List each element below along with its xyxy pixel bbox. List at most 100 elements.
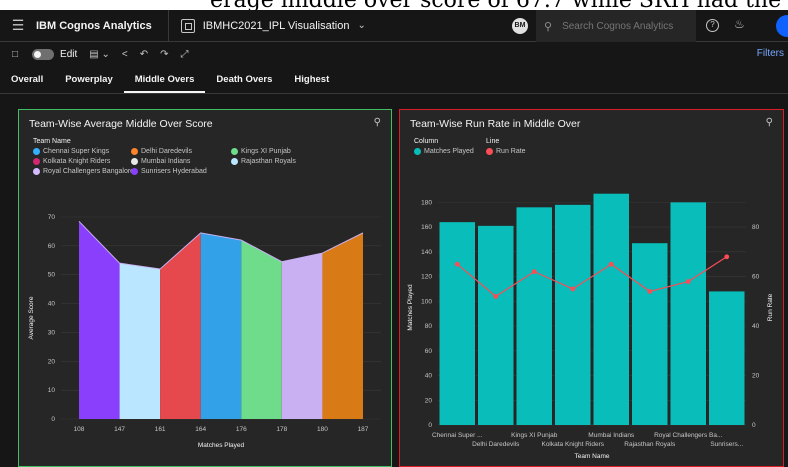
legend-label: Royal Challengers Bangalore bbox=[43, 168, 135, 175]
bar bbox=[709, 291, 745, 425]
fullscreen-icon[interactable]: ⤢ bbox=[181, 49, 189, 60]
legend-swatch bbox=[414, 148, 421, 155]
legend-item[interactable]: Rajasthan Royals bbox=[231, 158, 296, 165]
area-segment bbox=[119, 263, 161, 419]
y-tick-label: 60 bbox=[425, 348, 433, 355]
bar bbox=[670, 202, 706, 425]
pin-icon[interactable]: ⚲ bbox=[766, 117, 773, 128]
undo-icon[interactable]: ↶ bbox=[140, 49, 148, 60]
y2-tick-label: 80 bbox=[752, 224, 760, 231]
legend-label: Mumbai Indians bbox=[141, 158, 191, 165]
panel-title: Team-Wise Run Rate in Middle Over bbox=[410, 118, 581, 130]
legend-item[interactable]: Kings XI Punjab bbox=[231, 148, 291, 155]
run-rate-point bbox=[724, 254, 730, 260]
x-tick-label: 161 bbox=[155, 426, 166, 433]
brand-name[interactable]: IBM Cognos Analytics bbox=[36, 9, 169, 42]
y-tick-label: 10 bbox=[48, 387, 56, 394]
edit-label[interactable]: Edit bbox=[60, 49, 77, 60]
legend-item[interactable]: Royal Challengers Bangalore bbox=[33, 168, 134, 175]
save-icon[interactable]: ▤ ⌄ bbox=[89, 49, 110, 60]
bar bbox=[516, 207, 552, 425]
tab-powerplay[interactable]: Powerplay bbox=[54, 66, 124, 93]
x-tick-label: Delhi Daredevils bbox=[472, 441, 520, 448]
y-tick-label: 20 bbox=[48, 358, 56, 365]
y-tick-label: 100 bbox=[421, 298, 432, 305]
x-axis-title: Team Name bbox=[574, 453, 609, 460]
legend-item[interactable]: Chennai Super Kings bbox=[33, 148, 109, 155]
bell-icon[interactable]: ♨ bbox=[734, 17, 745, 31]
x-tick-label: Mumbai Indians bbox=[588, 432, 635, 439]
legend-label: Sunrisers Hyderabad bbox=[141, 168, 207, 175]
x-tick-label: Chennai Super ... bbox=[432, 432, 483, 439]
legend-title: Team Name bbox=[33, 138, 71, 145]
bar bbox=[632, 243, 668, 425]
y2-tick-label: 60 bbox=[752, 274, 760, 281]
background-caption: erage middle over score of 67.7 while SR… bbox=[0, 0, 788, 10]
pin-icon[interactable]: ⚲ bbox=[374, 117, 381, 128]
tab-death-overs[interactable]: Death Overs bbox=[205, 66, 283, 93]
legend-item[interactable]: Kolkata Knight Riders bbox=[33, 158, 110, 165]
run-rate-panel[interactable]: Team-Wise Run Rate in Middle Over ⚲ Colu… bbox=[399, 109, 784, 467]
y-tick-label: 40 bbox=[425, 373, 433, 380]
x-tick-label: Kolkata Knight Riders bbox=[541, 441, 604, 448]
y-tick-label: 120 bbox=[421, 274, 432, 281]
y2-tick-label: 40 bbox=[752, 323, 760, 330]
y-tick-label: 20 bbox=[425, 397, 433, 404]
y-tick-label: 0 bbox=[428, 422, 432, 429]
tab-bar: Overall Powerplay Middle Overs Death Ove… bbox=[0, 66, 788, 94]
legend-swatch bbox=[231, 158, 238, 165]
filters-button[interactable]: Filters bbox=[757, 48, 784, 59]
legend-swatch bbox=[131, 168, 138, 175]
y-tick-label: 60 bbox=[48, 243, 56, 250]
chevron-down-icon[interactable]: ⌄ bbox=[357, 20, 365, 31]
dashboard-canvas: Team-Wise Average Middle Over Score ⚲ Te… bbox=[0, 94, 788, 467]
legend-label: Kolkata Knight Riders bbox=[43, 158, 111, 165]
redo-icon[interactable]: ↷ bbox=[160, 49, 168, 60]
area-chart: 0 10 20 30 40 50 60 70 108 147 161 164 176 178 180 187 M… bbox=[28, 214, 381, 449]
legend-label: Chennai Super Kings bbox=[43, 148, 110, 155]
bar bbox=[478, 225, 514, 425]
x-tick-label: Royal Challengers Ba... bbox=[654, 432, 722, 439]
tab-middle-overs[interactable]: Middle Overs bbox=[123, 66, 206, 93]
share-icon[interactable]: < bbox=[122, 49, 128, 60]
x-tick-label: Kings XI Punjab bbox=[511, 432, 558, 439]
average-score-panel[interactable]: Team-Wise Average Middle Over Score ⚲ Te… bbox=[18, 109, 392, 467]
area-segment bbox=[79, 221, 120, 419]
report-title[interactable]: IBMHC2021_IPL Visualisation bbox=[203, 20, 350, 32]
help-icon[interactable]: ? bbox=[706, 19, 719, 32]
toolbar: □ Edit ▤ ⌄ < ↶ ↷ ⤢ Filters bbox=[0, 42, 788, 66]
search-input[interactable] bbox=[562, 20, 693, 32]
legend-item[interactable]: Sunrisers Hyderabad bbox=[131, 168, 207, 175]
tab-overall[interactable]: Overall bbox=[0, 66, 54, 93]
x-tick-label: Rajasthan Royals bbox=[624, 441, 676, 448]
tab-highest[interactable]: Highest bbox=[283, 66, 340, 93]
legend-swatch bbox=[33, 168, 40, 175]
edit-toggle[interactable] bbox=[32, 48, 55, 60]
legend-swatch bbox=[33, 148, 40, 155]
legend-item[interactable]: Mumbai Indians bbox=[131, 158, 190, 165]
area-segment bbox=[322, 232, 363, 419]
x-tick-label: 187 bbox=[358, 426, 369, 433]
y-tick-label: 40 bbox=[48, 301, 56, 308]
user-badge[interactable]: BM bbox=[512, 18, 528, 34]
x-tick-label: 108 bbox=[74, 426, 85, 433]
legend-item[interactable]: Matches Played bbox=[414, 148, 474, 155]
menu-icon[interactable]: ☰ bbox=[0, 17, 36, 34]
x-axis-title: Matches Played bbox=[198, 442, 245, 449]
x-tick-label: 176 bbox=[236, 426, 247, 433]
x-tick-label: 147 bbox=[114, 426, 125, 433]
search-box[interactable]: ⚲ bbox=[536, 10, 696, 42]
y2-tick-label: 20 bbox=[752, 373, 760, 380]
legend-item[interactable]: Delhi Daredevils bbox=[131, 148, 192, 155]
run-rate-point bbox=[685, 279, 691, 284]
comment-icon[interactable]: □ bbox=[12, 49, 18, 60]
y-tick-label: 140 bbox=[421, 249, 432, 256]
legend-label: Rajasthan Royals bbox=[241, 158, 296, 165]
dashboard-icon bbox=[180, 18, 195, 33]
avatar[interactable] bbox=[776, 15, 788, 37]
y-tick-label: 80 bbox=[425, 323, 433, 330]
legend-item[interactable]: Run Rate bbox=[486, 148, 526, 155]
y-tick-label: 160 bbox=[421, 224, 432, 231]
legend-label: Kings XI Punjab bbox=[241, 148, 291, 155]
run-rate-point bbox=[493, 293, 499, 299]
